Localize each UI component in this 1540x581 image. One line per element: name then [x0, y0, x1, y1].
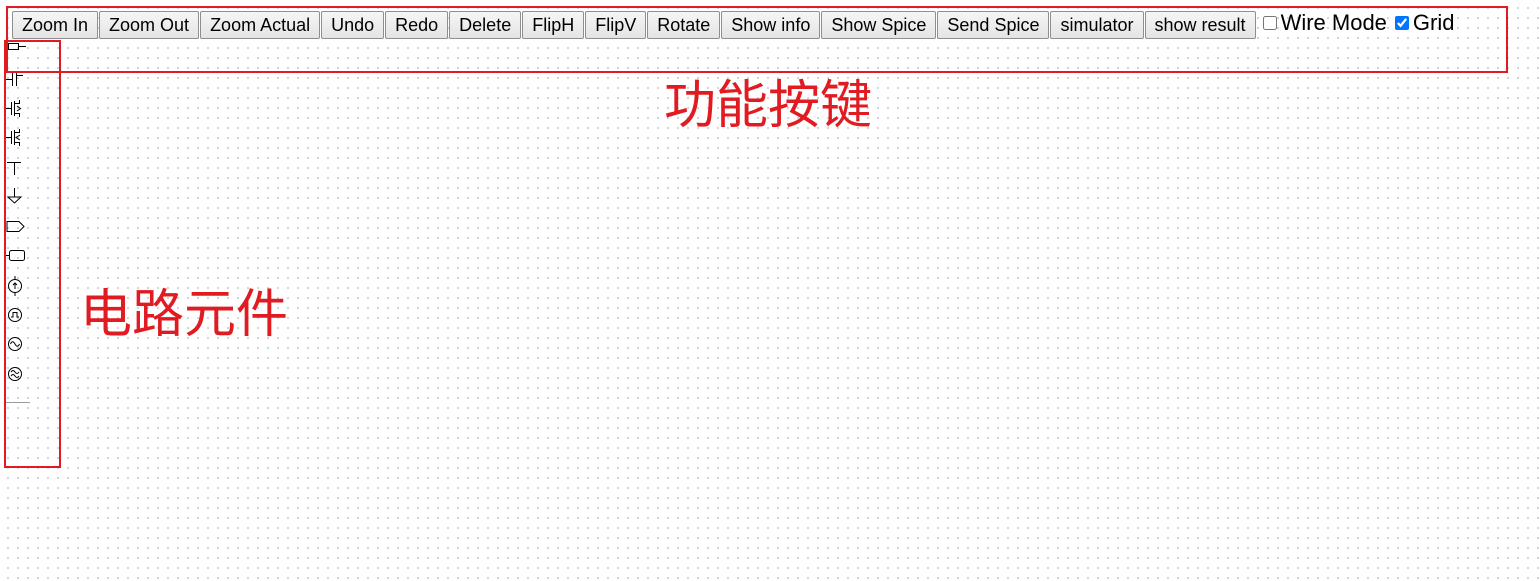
palette-highlight-box — [4, 40, 61, 468]
toolbar-caption: 功能按键 — [664, 76, 873, 136]
schematic-editor: Zoom In Zoom Out Zoom Actual Undo Redo D… — [0, 0, 1540, 581]
toolbar-highlight-box — [6, 6, 1508, 73]
palette-caption: 电路元件 — [80, 285, 289, 345]
